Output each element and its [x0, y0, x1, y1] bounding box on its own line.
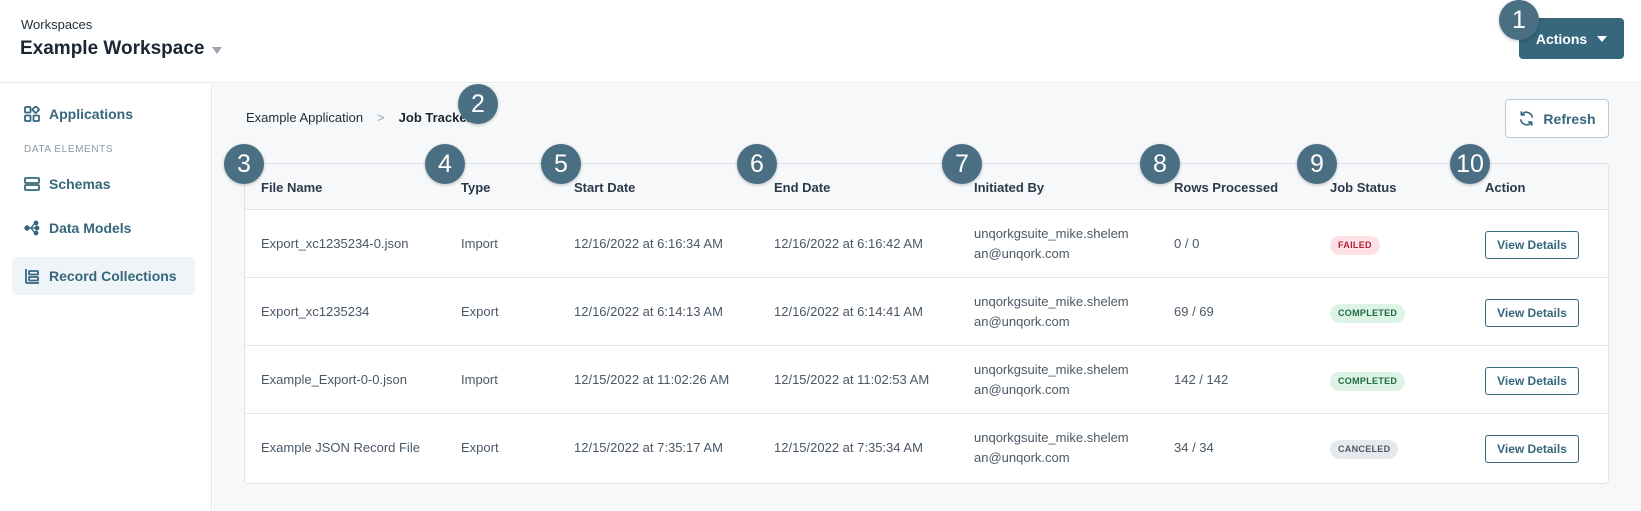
callout-marker: 1	[1499, 0, 1539, 40]
refresh-button-label: Refresh	[1543, 110, 1596, 127]
sidebar-item-label: Data Models	[49, 220, 132, 236]
cell-start-date: 12/15/2022 at 7:35:17 AM	[574, 440, 723, 455]
view-details-button[interactable]: View Details	[1485, 231, 1579, 259]
cell-type: Import	[461, 372, 498, 387]
column-header-job-status: Job Status	[1330, 180, 1397, 195]
callout-marker: 3	[224, 144, 264, 184]
sidebar-item-label: Applications	[49, 106, 134, 122]
callout-marker: 8	[1140, 144, 1180, 184]
cell-start-date: 12/15/2022 at 11:02:26 AM	[574, 372, 730, 387]
callout-marker: 5	[541, 144, 581, 184]
callout-marker: 10	[1450, 144, 1490, 184]
initiated-by-line: an@unqork.com	[974, 246, 1070, 261]
initiated-by-line: an@unqork.com	[974, 314, 1070, 329]
sidebar-item-schemas[interactable]: Schemas	[12, 165, 195, 203]
sidebar-item-label: Schemas	[49, 176, 111, 192]
cell-type: Export	[461, 304, 499, 319]
cell-initiated-by: unqorkgsuite_mike.shelem an@unqork.com	[974, 360, 1164, 400]
cell-file-name: Export_xc1235234-0.json	[261, 236, 409, 251]
initiated-by-line: an@unqork.com	[974, 382, 1070, 397]
sidebar-item-label: Record Collections	[49, 268, 177, 284]
caret-down-icon	[1597, 35, 1608, 42]
jobs-table: File Name Type Start Date End Date Initi…	[244, 163, 1609, 484]
refresh-button[interactable]: Refresh	[1505, 99, 1609, 138]
actions-button-label: Actions	[1535, 30, 1588, 47]
callout-marker: 6	[737, 144, 777, 184]
sidebar-item-applications[interactable]: Applications	[12, 95, 195, 133]
column-header-type: Type	[461, 180, 491, 195]
sidebar: Applications DATA ELEMENTS Schemas Data …	[0, 84, 212, 511]
cell-end-date: 12/16/2022 at 6:16:42 AM	[774, 236, 923, 251]
cell-file-name: Example_Export-0-0.json	[261, 372, 407, 387]
workspace-label: Workspaces	[21, 17, 93, 32]
initiated-by-line: unqorkgsuite_mike.shelem	[974, 294, 1129, 309]
column-header-start-date: Start Date	[574, 180, 636, 195]
view-details-button[interactable]: View Details	[1485, 435, 1579, 463]
view-details-button[interactable]: View Details	[1485, 367, 1579, 395]
callout-marker: 7	[942, 144, 982, 184]
initiated-by-line: unqorkgsuite_mike.shelem	[974, 362, 1129, 377]
data-model-icon	[24, 220, 40, 236]
callout-marker: 4	[425, 144, 465, 184]
status-badge: CANCELED	[1330, 440, 1399, 459]
column-header-action: Action	[1485, 180, 1526, 195]
record-collections-icon	[25, 269, 39, 284]
workspace-switcher[interactable]: Example Workspace	[20, 38, 223, 60]
column-header-initiated-by: Initiated By	[974, 180, 1045, 195]
column-header-end-date: End Date	[774, 180, 831, 195]
status-badge: COMPLETED	[1330, 372, 1406, 391]
breadcrumb: Example Application > Job Tracker	[246, 110, 472, 125]
caret-down-icon	[212, 46, 223, 54]
callout-marker: 9	[1297, 144, 1337, 184]
cell-file-name: Export_xc1235234	[261, 304, 370, 319]
cell-file-name: Example JSON Record File	[261, 440, 420, 455]
breadcrumb-parent[interactable]: Example Application	[246, 110, 363, 125]
table-row: Example_Export-0-0.json Import 12/15/202…	[245, 346, 1608, 414]
cell-type: Export	[461, 440, 499, 455]
column-header-file-name: File Name	[261, 180, 323, 195]
sidebar-section-label: DATA ELEMENTS	[24, 144, 114, 155]
view-details-button[interactable]: View Details	[1485, 299, 1579, 327]
cell-initiated-by: unqorkgsuite_mike.shelem an@unqork.com	[974, 428, 1164, 468]
callout-marker: 2	[458, 84, 498, 124]
schema-icon	[24, 177, 40, 191]
cell-type: Import	[461, 236, 498, 251]
main-content: Example Application > Job Tracker Refres…	[213, 84, 1641, 511]
column-header-rows-processed: Rows Processed	[1174, 180, 1279, 195]
table-row: Export_xc1235234-0.json Import 12/16/202…	[245, 210, 1608, 278]
table-row: Example JSON Record File Export 12/15/20…	[245, 414, 1608, 482]
cell-initiated-by: unqorkgsuite_mike.shelem an@unqork.com	[974, 292, 1164, 332]
cell-end-date: 12/15/2022 at 11:02:53 AM	[774, 372, 930, 387]
apps-grid-icon	[24, 106, 40, 122]
sidebar-item-record-collections[interactable]: Record Collections	[12, 257, 195, 295]
cell-rows-processed: 142 / 142	[1174, 372, 1229, 387]
initiated-by-line: unqorkgsuite_mike.shelem	[974, 226, 1129, 241]
status-badge: COMPLETED	[1330, 304, 1406, 323]
initiated-by-line: unqorkgsuite_mike.shelem	[974, 430, 1129, 445]
cell-start-date: 12/16/2022 at 6:16:34 AM	[574, 236, 723, 251]
refresh-icon	[1520, 111, 1534, 126]
cell-rows-processed: 69 / 69	[1174, 304, 1214, 319]
top-header: Workspaces Example Workspace Actions	[0, 0, 1641, 83]
cell-start-date: 12/16/2022 at 6:14:13 AM	[574, 304, 723, 319]
cell-rows-processed: 0 / 0	[1174, 236, 1200, 251]
workspace-name: Example Workspace	[20, 38, 205, 59]
table-row: Export_xc1235234 Export 12/16/2022 at 6:…	[245, 278, 1608, 346]
sidebar-item-data-models[interactable]: Data Models	[12, 209, 195, 247]
cell-end-date: 12/16/2022 at 6:14:41 AM	[774, 304, 923, 319]
breadcrumb-separator: >	[377, 110, 385, 125]
cell-rows-processed: 34 / 34	[1174, 440, 1214, 455]
initiated-by-line: an@unqork.com	[974, 450, 1070, 465]
cell-end-date: 12/15/2022 at 7:35:34 AM	[774, 440, 923, 455]
cell-initiated-by: unqorkgsuite_mike.shelem an@unqork.com	[974, 224, 1164, 264]
status-badge: FAILED	[1330, 236, 1380, 255]
